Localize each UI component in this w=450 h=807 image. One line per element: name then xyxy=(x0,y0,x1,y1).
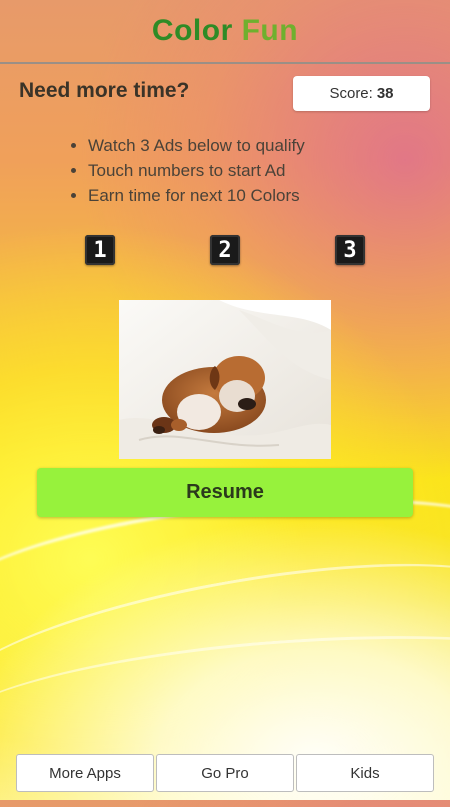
go-pro-button[interactable]: Go Pro xyxy=(156,754,294,792)
resume-button[interactable]: Resume xyxy=(37,468,413,517)
app-title-part2: Fun xyxy=(241,14,299,47)
kids-button[interactable]: Kids xyxy=(296,754,434,792)
score-value: 38 xyxy=(376,85,394,102)
puppy-illustration xyxy=(119,300,331,459)
ad-button-2[interactable]: 2 xyxy=(210,235,240,265)
instructions-list: Watch 3 Ads below to qualify Touch numbe… xyxy=(66,133,305,208)
instruction-item: Touch numbers to start Ad xyxy=(88,158,305,183)
app-header: Color Fun xyxy=(0,0,450,64)
score-label: Score: xyxy=(329,85,373,102)
instruction-item: Watch 3 Ads below to qualify xyxy=(88,133,305,158)
background-swoosh xyxy=(0,528,450,775)
need-more-time-heading: Need more time? xyxy=(19,79,190,102)
sleeping-puppy-image xyxy=(119,300,331,459)
ad-button-3[interactable]: 3 xyxy=(335,235,365,265)
ad-button-1[interactable]: 1 xyxy=(85,235,115,265)
app-title: Color Fun xyxy=(152,14,298,48)
instruction-item: Earn time for next 10 Colors xyxy=(88,183,305,208)
score-box: Score: 38 xyxy=(293,76,430,111)
bottom-nav-bar: More Apps Go Pro Kids xyxy=(16,754,434,792)
app-title-part1: Color xyxy=(151,14,242,47)
more-apps-button[interactable]: More Apps xyxy=(16,754,154,792)
